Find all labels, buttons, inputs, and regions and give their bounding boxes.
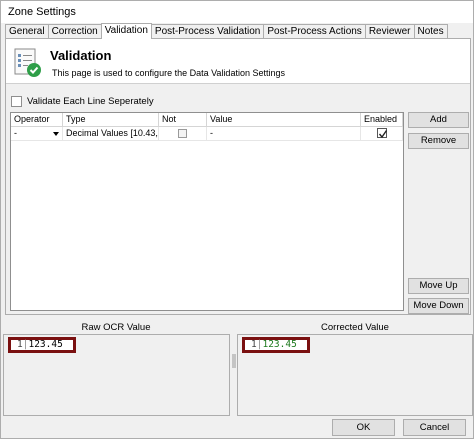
ok-button[interactable]: OK: [332, 419, 395, 436]
operator-dropdown[interactable]: -: [11, 127, 63, 141]
validate-each-line-option[interactable]: Validate Each Line Seperately: [11, 96, 154, 107]
tab-post-process-actions[interactable]: Post-Process Actions: [263, 24, 366, 39]
page-subtitle: This page is used to configure the Data …: [52, 68, 285, 78]
corrected-value-box[interactable]: 1|123.45: [242, 337, 310, 353]
raw-ocr-value-box[interactable]: 1|123.45: [8, 337, 76, 353]
grid-header: Operator Type Not Value Enabled: [11, 113, 403, 127]
corrected-value-pane[interactable]: 1|123.45: [237, 334, 473, 416]
document-check-icon: [11, 47, 43, 79]
tab-strip: General Correction Validation Post-Proce…: [5, 23, 448, 39]
tab-post-process-validation[interactable]: Post-Process Validation: [150, 24, 265, 39]
tab-reviewer[interactable]: Reviewer: [364, 24, 415, 39]
raw-ocr-value: 123.45: [28, 339, 63, 350]
page-title: Validation: [50, 48, 112, 63]
enabled-checkbox[interactable]: [377, 128, 388, 139]
zone-settings-window: Zone Settings General Correction Validat…: [0, 0, 474, 439]
not-cell[interactable]: [159, 127, 207, 141]
title-bar[interactable]: Zone Settings: [1, 1, 473, 23]
operator-value: -: [14, 128, 17, 138]
raw-ocr-title: Raw OCR Value: [81, 322, 151, 333]
window-title: Zone Settings: [8, 6, 76, 18]
column-header-enabled[interactable]: Enabled: [361, 113, 403, 127]
remove-button[interactable]: Remove: [408, 133, 469, 149]
table-row[interactable]: - Decimal Values [10.43, ... -: [11, 127, 403, 141]
value-cell[interactable]: -: [207, 127, 361, 141]
column-header-type[interactable]: Type: [63, 113, 159, 127]
type-cell[interactable]: Decimal Values [10.43, ...: [63, 127, 159, 141]
tab-validation[interactable]: Validation: [100, 23, 152, 39]
corrected-value: 123.45: [262, 339, 297, 350]
not-checkbox[interactable]: [178, 129, 187, 138]
column-header-operator[interactable]: Operator: [11, 113, 63, 127]
validate-each-line-checkbox[interactable]: [11, 96, 22, 107]
pane-splitter-handle[interactable]: [232, 354, 236, 368]
validation-rules-grid[interactable]: Operator Type Not Value Enabled - Decima…: [10, 112, 404, 311]
page-header: Validation This page is used to configur…: [6, 39, 470, 84]
move-up-button[interactable]: Move Up: [408, 278, 469, 294]
tab-general[interactable]: General: [5, 24, 49, 39]
validation-page: Validation This page is used to configur…: [5, 38, 471, 315]
move-down-button[interactable]: Move Down: [408, 298, 469, 314]
corrected-value-title: Corrected Value: [321, 322, 389, 333]
column-header-value[interactable]: Value: [207, 113, 361, 127]
tab-notes[interactable]: Notes: [413, 24, 448, 39]
validate-each-line-label: Validate Each Line Seperately: [27, 96, 154, 107]
chevron-down-icon[interactable]: [53, 132, 59, 136]
add-button[interactable]: Add: [408, 112, 469, 128]
cancel-button[interactable]: Cancel: [403, 419, 466, 436]
raw-ocr-pane[interactable]: 1|123.45: [3, 334, 230, 416]
enabled-cell[interactable]: [361, 127, 403, 141]
checkmark-icon: [378, 130, 388, 139]
column-header-not[interactable]: Not: [159, 113, 207, 127]
preview-panes: Raw OCR Value 1|123.45 Corrected Value 1…: [1, 320, 474, 417]
tab-correction[interactable]: Correction: [47, 24, 102, 39]
